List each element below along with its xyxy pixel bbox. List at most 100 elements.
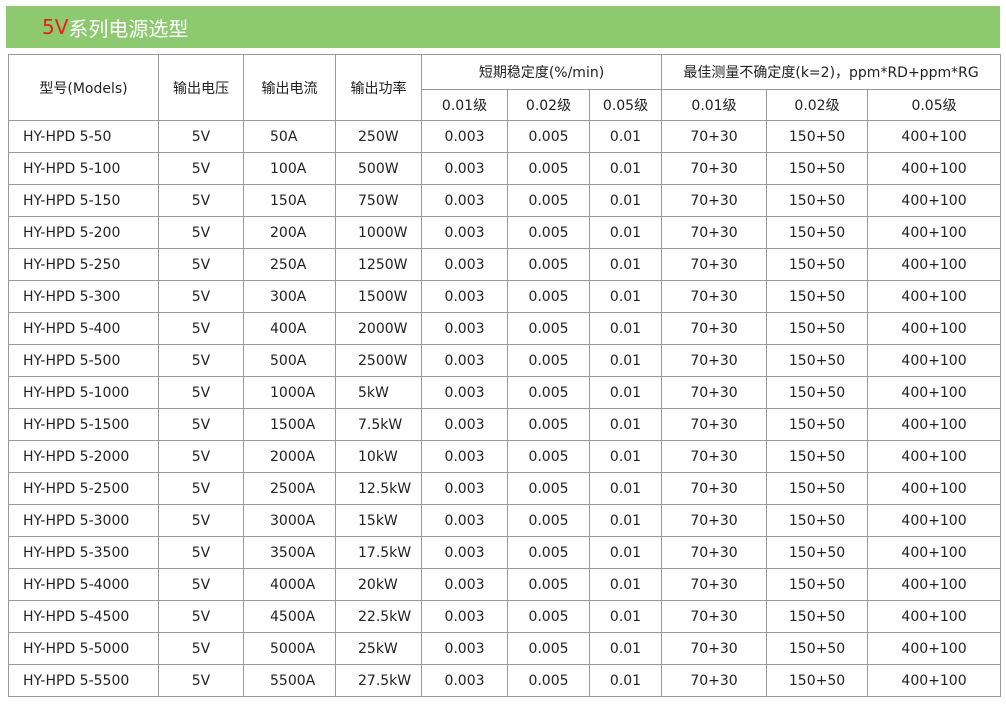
model-cell: HY-HPD 5-2500 (8, 472, 159, 505)
uncertainty-001-cell: 70+30 (661, 632, 768, 665)
model-cell: HY-HPD 5-250 (8, 248, 159, 281)
voltage-cell: 5V (158, 184, 244, 217)
voltage-cell: 5V (158, 344, 244, 377)
uncertainty-002-cell: 150+50 (766, 472, 869, 505)
stability-002-cell: 0.005 (507, 664, 590, 697)
uncertainty-002-cell: 150+50 (766, 248, 869, 281)
uncertainty-005-cell: 400+100 (867, 664, 1002, 697)
table-row: HY-HPD 5-4500 5V 4500A 22.5kW 0.003 0.005 0.01… (8, 600, 1002, 633)
stability-005-cell: 0.01 (588, 568, 663, 601)
current-cell: 5000A (243, 632, 336, 665)
table-row: HY-HPD 5-500 5V 500A 2500W 0.003 0.005 0.01 70+… (8, 344, 1002, 377)
title-text: 系列电源选型 (68, 16, 189, 41)
uncertainty-001-cell: 70+30 (661, 248, 768, 281)
stability-005-cell: 0.01 (588, 504, 663, 537)
voltage-cell: 5V (158, 536, 244, 569)
table-row: HY-HPD 5-3000 5V 3000A 15kW 0.003 0.005 0.01 70… (8, 504, 1002, 537)
model-cell: HY-HPD 5-4000 (8, 568, 159, 601)
power-cell: 750W (335, 184, 422, 217)
uncertainty-001-cell: 70+30 (661, 408, 768, 441)
stability-005-cell: 0.01 (588, 312, 663, 345)
uncertainty-001-cell: 70+30 (661, 312, 768, 345)
uncertainty-001-cell: 70+30 (661, 440, 768, 473)
stability-005-cell: 0.01 (588, 536, 663, 569)
model-cell: HY-HPD 5-3000 (8, 504, 159, 537)
uncertainty-005-cell: 400+100 (867, 216, 1002, 249)
header-current: 输出电流 (243, 54, 336, 121)
stability-002-cell: 0.005 (507, 184, 590, 217)
uncertainty-005-cell: 400+100 (867, 312, 1002, 345)
uncertainty-001-cell: 70+30 (661, 216, 768, 249)
voltage-cell: 5V (158, 376, 244, 409)
uncertainty-001-cell: 70+30 (661, 600, 768, 633)
current-cell: 4500A (243, 600, 336, 633)
stability-001-cell: 0.003 (421, 600, 508, 633)
model-cell: HY-HPD 5-200 (8, 216, 159, 249)
power-cell: 1000W (335, 216, 422, 249)
power-cell: 17.5kW (335, 536, 422, 569)
table-row: HY-HPD 5-250 5V 250A 1250W 0.003 0.005 0.01 70+… (8, 248, 1002, 281)
stability-001-cell: 0.003 (421, 472, 508, 505)
power-cell: 5kW (335, 376, 422, 409)
voltage-cell: 5V (158, 216, 244, 249)
stability-005-cell: 0.01 (588, 600, 663, 633)
header-power: 输出功率 (335, 54, 422, 121)
uncertainty-002-cell: 150+50 (766, 632, 869, 665)
spec-table-container: 型号(Models) 输出电压 输出电流 输出功率 短期稳定度(%/min) 最… (8, 54, 1002, 697)
stability-002-cell: 0.005 (507, 120, 590, 153)
uncertainty-002-cell: 150+50 (766, 440, 869, 473)
uncertainty-005-cell: 400+100 (867, 440, 1002, 473)
uncertainty-001-cell: 70+30 (661, 472, 768, 505)
power-cell: 2000W (335, 312, 422, 345)
table-row: HY-HPD 5-3500 5V 3500A 17.5kW 0.003 0.005 0.01… (8, 536, 1002, 569)
uncertainty-002-cell: 150+50 (766, 536, 869, 569)
current-cell: 500A (243, 344, 336, 377)
model-cell: HY-HPD 5-500 (8, 344, 159, 377)
header-grade: 0.01级 (421, 89, 508, 121)
stability-001-cell: 0.003 (421, 280, 508, 313)
stability-001-cell: 0.003 (421, 376, 508, 409)
uncertainty-001-cell: 70+30 (661, 664, 768, 697)
table-row: HY-HPD 5-2500 5V 2500A 12.5kW 0.003 0.005 0.01… (8, 472, 1002, 505)
header-grade: 0.02级 (766, 89, 869, 121)
model-cell: HY-HPD 5-5000 (8, 632, 159, 665)
current-cell: 3000A (243, 504, 336, 537)
uncertainty-001-cell: 70+30 (661, 184, 768, 217)
stability-001-cell: 0.003 (421, 568, 508, 601)
uncertainty-002-cell: 150+50 (766, 344, 869, 377)
model-cell: HY-HPD 5-1000 (8, 376, 159, 409)
model-cell: HY-HPD 5-300 (8, 280, 159, 313)
header-uncertainty: 最佳测量不确定度(k=2)，ppm*RD+ppm*RG (661, 54, 1002, 90)
uncertainty-002-cell: 150+50 (766, 184, 869, 217)
stability-002-cell: 0.005 (507, 440, 590, 473)
spec-table: 型号(Models) 输出电压 输出电流 输出功率 短期稳定度(%/min) 最… (8, 54, 1002, 697)
table-row: HY-HPD 5-2000 5V 2000A 10kW 0.003 0.005 0.01 70… (8, 440, 1002, 473)
current-cell: 4000A (243, 568, 336, 601)
stability-001-cell: 0.003 (421, 632, 508, 665)
uncertainty-005-cell: 400+100 (867, 408, 1002, 441)
stability-002-cell: 0.005 (507, 536, 590, 569)
voltage-cell: 5V (158, 600, 244, 633)
uncertainty-002-cell: 150+50 (766, 600, 869, 633)
header-grade: 0.02级 (507, 89, 590, 121)
model-cell: HY-HPD 5-4500 (8, 600, 159, 633)
stability-001-cell: 0.003 (421, 536, 508, 569)
uncertainty-001-cell: 70+30 (661, 120, 768, 153)
voltage-cell: 5V (158, 504, 244, 537)
header-voltage: 输出电压 (158, 54, 244, 121)
stability-005-cell: 0.01 (588, 408, 663, 441)
header-grade: 0.01级 (661, 89, 768, 121)
uncertainty-001-cell: 70+30 (661, 568, 768, 601)
stability-001-cell: 0.003 (421, 120, 508, 153)
uncertainty-002-cell: 150+50 (766, 152, 869, 185)
current-cell: 1500A (243, 408, 336, 441)
table-row: HY-HPD 5-300 5V 300A 1500W 0.003 0.005 0.01 70+… (8, 280, 1002, 313)
power-cell: 27.5kW (335, 664, 422, 697)
model-cell: HY-HPD 5-400 (8, 312, 159, 345)
power-cell: 500W (335, 152, 422, 185)
table-row: HY-HPD 5-1000 5V 1000A 5kW 0.003 0.005 0.01 70+… (8, 376, 1002, 409)
stability-005-cell: 0.01 (588, 120, 663, 153)
current-cell: 1000A (243, 376, 336, 409)
stability-005-cell: 0.01 (588, 152, 663, 185)
stability-001-cell: 0.003 (421, 312, 508, 345)
